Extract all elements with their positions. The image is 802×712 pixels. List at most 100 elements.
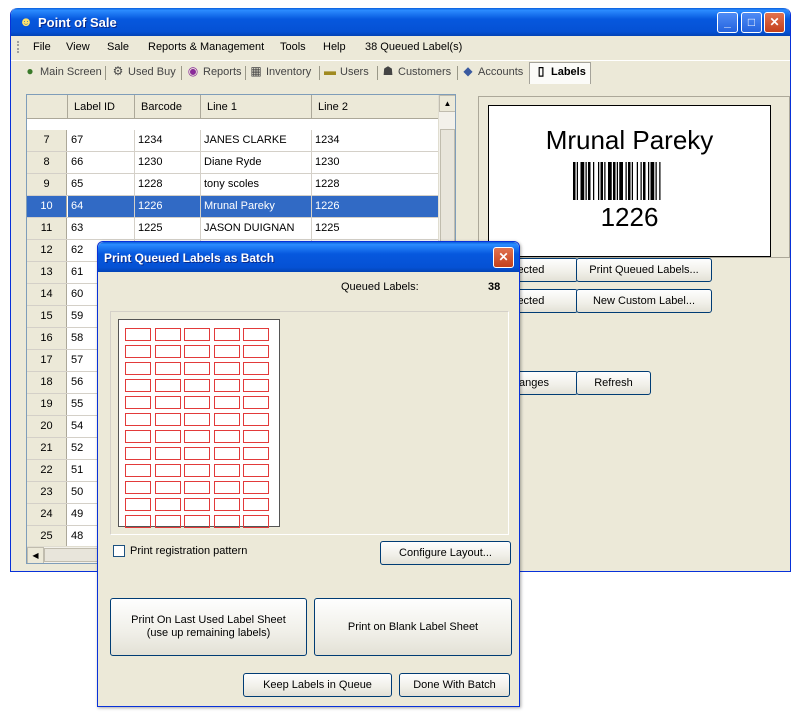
row-header[interactable]: 10 bbox=[27, 196, 67, 217]
sheet-label-slot bbox=[243, 515, 269, 528]
row-header[interactable]: 16 bbox=[27, 328, 67, 349]
menu-view[interactable]: View bbox=[66, 41, 90, 53]
tab-reports[interactable]: ◉ Reports bbox=[186, 64, 242, 83]
sheet-label-slot bbox=[125, 464, 151, 477]
table-row[interactable]: 8 66 1230 Diane Ryde 1230 bbox=[27, 152, 439, 174]
maximize-button[interactable]: □ bbox=[741, 12, 762, 33]
tab-customers[interactable]: ☗ Customers bbox=[381, 64, 452, 83]
cell-barcode[interactable]: 1234 bbox=[135, 130, 201, 151]
menu-reports-management[interactable]: Reports & Management bbox=[148, 41, 264, 53]
cell-label-id[interactable]: 67 bbox=[68, 130, 135, 151]
row-header[interactable]: 25 bbox=[27, 526, 67, 547]
cell-barcode[interactable]: 1226 bbox=[135, 196, 201, 217]
row-header[interactable]: 21 bbox=[27, 438, 67, 459]
sheet-label-slot bbox=[243, 464, 269, 477]
column-header-label-id[interactable]: Label ID bbox=[68, 95, 135, 119]
cell-line1[interactable]: tony scoles bbox=[201, 174, 312, 195]
cell-line2[interactable]: 1230 bbox=[312, 152, 439, 173]
tab-users[interactable]: ▬ Users bbox=[323, 64, 369, 83]
barcode-bar bbox=[576, 162, 578, 200]
table-row[interactable]: 10 64 1226 Mrunal Pareky 1226 bbox=[27, 196, 439, 218]
cell-barcode[interactable]: 1230 bbox=[135, 152, 201, 173]
cell-line2[interactable]: 1234 bbox=[312, 130, 439, 151]
row-header[interactable]: 15 bbox=[27, 306, 67, 327]
print-last-used-sheet-button[interactable]: Print On Last Used Label Sheet (use up r… bbox=[110, 598, 307, 656]
row-header[interactable]: 11 bbox=[27, 218, 67, 239]
cell-label-id[interactable]: 64 bbox=[68, 196, 135, 217]
print-blank-sheet-button[interactable]: Print on Blank Label Sheet bbox=[314, 598, 512, 656]
menu-sale[interactable]: Sale bbox=[107, 41, 129, 53]
cell-line1[interactable]: JANES CLARKE bbox=[201, 130, 312, 151]
new-custom-label-button[interactable]: New Custom Label... bbox=[576, 289, 712, 313]
sheet-label-slot bbox=[125, 362, 151, 375]
barcode-bar bbox=[655, 162, 657, 200]
sheet-label-slot bbox=[243, 379, 269, 392]
row-header[interactable]: 24 bbox=[27, 504, 67, 525]
cell-barcode[interactable]: 1225 bbox=[135, 218, 201, 239]
row-header[interactable]: 12 bbox=[27, 240, 67, 261]
sheet-label-slot bbox=[125, 396, 151, 409]
cell-line2[interactable]: 1225 bbox=[312, 218, 439, 239]
row-header[interactable]: 18 bbox=[27, 372, 67, 393]
table-row[interactable]: 11 63 1225 JASON DUIGNAN 1225 bbox=[27, 218, 439, 240]
row-header[interactable]: 7 bbox=[27, 130, 67, 151]
scroll-up-arrow-icon[interactable]: ▲ bbox=[439, 95, 455, 112]
keep-labels-in-queue-button[interactable]: Keep Labels in Queue bbox=[243, 673, 392, 697]
inventory-icon: ▦ bbox=[250, 64, 262, 78]
row-header[interactable]: 20 bbox=[27, 416, 67, 437]
tab-labels[interactable]: ▯ Labels bbox=[529, 62, 591, 84]
cell-line2[interactable]: 1228 bbox=[312, 174, 439, 195]
row-header[interactable]: 17 bbox=[27, 350, 67, 371]
row-header[interactable]: 8 bbox=[27, 152, 67, 173]
table-row[interactable]: 7 67 1234 JANES CLARKE 1234 bbox=[27, 130, 439, 152]
row-header[interactable]: 19 bbox=[27, 394, 67, 415]
row-header[interactable]: 14 bbox=[27, 284, 67, 305]
configure-layout-button[interactable]: Configure Layout... bbox=[380, 541, 511, 565]
cell-line1[interactable]: Diane Ryde bbox=[201, 152, 312, 173]
row-header[interactable]: 9 bbox=[27, 174, 67, 195]
tab-accounts[interactable]: ◆ Accounts bbox=[461, 64, 523, 83]
row-header[interactable]: 23 bbox=[27, 482, 67, 503]
close-button[interactable]: ✕ bbox=[764, 12, 785, 33]
cell-barcode[interactable]: 1228 bbox=[135, 174, 201, 195]
barcode-bar bbox=[625, 162, 627, 200]
menu-tools[interactable]: Tools bbox=[280, 41, 306, 53]
hscroll-thumb[interactable] bbox=[44, 548, 104, 562]
column-header-barcode[interactable]: Barcode bbox=[135, 95, 201, 119]
column-header-line2[interactable]: Line 2 bbox=[312, 95, 439, 119]
sheet-label-slot bbox=[213, 379, 240, 392]
menu-help[interactable]: Help bbox=[323, 41, 346, 53]
cell-label-id[interactable]: 65 bbox=[68, 174, 135, 195]
column-header-line1[interactable]: Line 1 bbox=[201, 95, 312, 119]
dialog-close-icon[interactable]: ✕ bbox=[493, 247, 514, 268]
barcode-bar bbox=[604, 162, 606, 200]
cell-label-id[interactable]: 66 bbox=[68, 152, 135, 173]
sheet-label-slot bbox=[213, 498, 240, 511]
tab-used-buy[interactable]: ⚙ Used Buy bbox=[111, 64, 176, 83]
sheet-label-slot bbox=[243, 447, 269, 460]
registration-pattern-checkbox[interactable] bbox=[113, 545, 125, 557]
cell-label-id[interactable]: 63 bbox=[68, 218, 135, 239]
sheet-label-slot bbox=[125, 430, 151, 443]
row-header[interactable]: 13 bbox=[27, 262, 67, 283]
scroll-left-arrow-icon[interactable]: ◀ bbox=[27, 547, 44, 563]
sheet-label-slot bbox=[213, 430, 240, 443]
barcode-bar bbox=[643, 162, 646, 200]
cell-line1[interactable]: JASON DUIGNAN bbox=[201, 218, 312, 239]
label-preview-frame: Mrunal Pareky 1226 bbox=[478, 96, 790, 258]
cell-line2[interactable]: 1226 bbox=[312, 196, 439, 217]
print-queued-labels-button[interactable]: Print Queued Labels... bbox=[576, 258, 712, 282]
sheet-label-slot bbox=[213, 447, 240, 460]
sheet-label-slot bbox=[125, 345, 151, 358]
barcode-bar bbox=[600, 162, 603, 200]
refresh-button[interactable]: Refresh bbox=[576, 371, 651, 395]
table-row[interactable]: 9 65 1228 tony scoles 1228 bbox=[27, 174, 439, 196]
tab-main-screen[interactable]: ● Main Screen bbox=[23, 64, 101, 83]
done-with-batch-button[interactable]: Done With Batch bbox=[399, 673, 510, 697]
cell-line1[interactable]: Mrunal Pareky bbox=[201, 196, 312, 217]
minimize-button[interactable]: _ bbox=[717, 12, 738, 33]
tab-inventory[interactable]: ▦ Inventory bbox=[249, 64, 311, 83]
row-header[interactable]: 22 bbox=[27, 460, 67, 481]
menu-file[interactable]: File bbox=[33, 41, 51, 53]
sheet-label-slot bbox=[243, 345, 269, 358]
